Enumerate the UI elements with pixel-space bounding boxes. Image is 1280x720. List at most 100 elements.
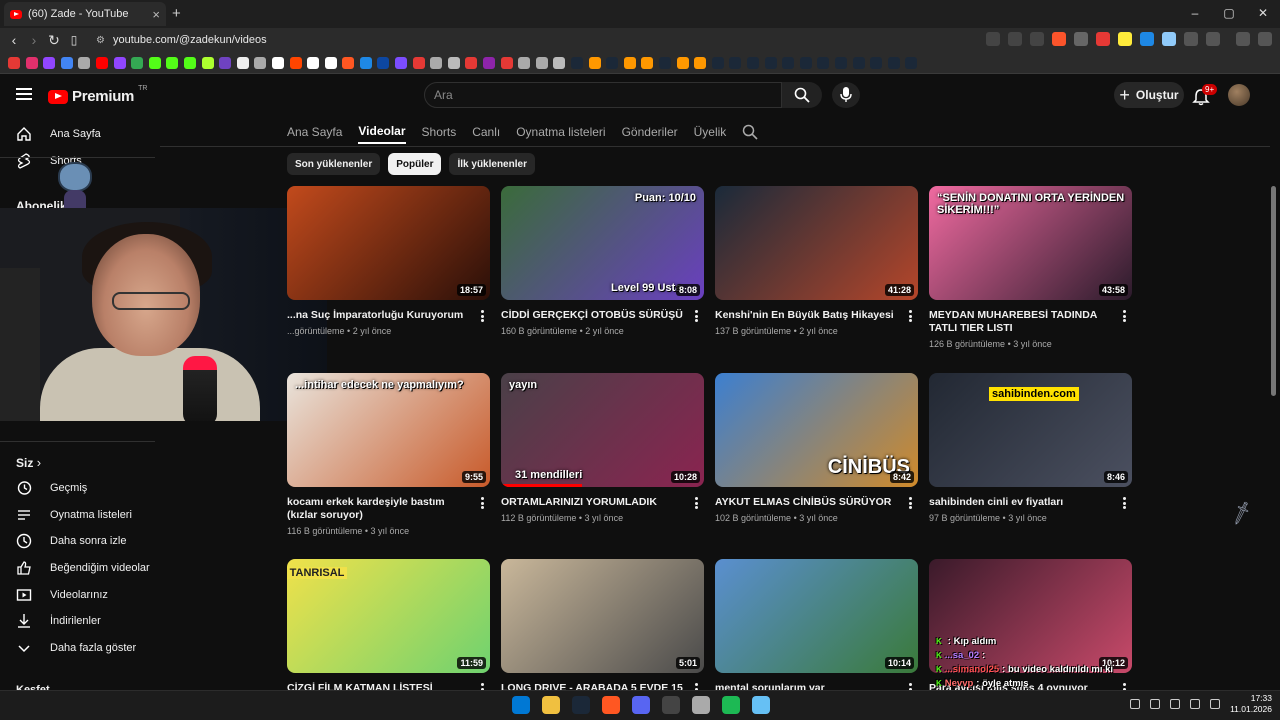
tray-icon[interactable] bbox=[1130, 699, 1141, 709]
channel-tab[interactable]: Videolar bbox=[358, 120, 406, 144]
system-clock[interactable]: 17:33 11.01.2026 bbox=[1230, 693, 1272, 715]
bookmark-icon[interactable] bbox=[236, 56, 249, 69]
bookmark-icon[interactable] bbox=[148, 56, 161, 69]
menu-icon[interactable] bbox=[1258, 32, 1272, 46]
bookmark-icon[interactable] bbox=[518, 56, 531, 69]
bookmark-icon[interactable] bbox=[430, 56, 443, 69]
bookmark-icon[interactable] bbox=[412, 56, 425, 69]
video-thumbnail[interactable]: 41:28 bbox=[715, 186, 918, 300]
channel-tab[interactable]: Oynatma listeleri bbox=[516, 121, 605, 143]
video-thumbnail[interactable]: 18:57 bbox=[287, 186, 490, 300]
media-icon[interactable] bbox=[1236, 32, 1250, 46]
bookmark-icon[interactable] bbox=[289, 56, 302, 69]
taskbar-app-icon[interactable] bbox=[722, 696, 740, 714]
channel-tab[interactable]: Ana Sayfa bbox=[287, 121, 342, 143]
bookmark-icon[interactable] bbox=[676, 56, 689, 69]
minimize-button[interactable]: – bbox=[1178, 0, 1212, 26]
bookmark-icon[interactable] bbox=[395, 56, 408, 69]
video-card[interactable]: 18:57 ...na Suç İmparatorluğu Kuruyorum..… bbox=[287, 186, 490, 336]
bookmark-icon[interactable]: ▯ bbox=[64, 33, 84, 47]
video-card[interactable]: Puan: 10/10 Level 99 Usta 8:08 CİDDİ GERÇEK… bbox=[501, 186, 704, 336]
bookmark-icon[interactable] bbox=[746, 56, 759, 69]
sidebar-show-more[interactable]: Daha fazla göster bbox=[0, 634, 155, 662]
back-icon[interactable]: ‹ bbox=[4, 32, 24, 48]
bookmark-icon[interactable] bbox=[782, 56, 795, 69]
account-avatar[interactable] bbox=[1228, 84, 1250, 106]
browser-tab[interactable]: (60) Zade - YouTube × bbox=[4, 2, 166, 26]
bookmark-icon[interactable] bbox=[623, 56, 636, 69]
video-thumbnail[interactable]: TANRISAL 11:59 bbox=[287, 559, 490, 673]
create-button[interactable]: + Oluştur bbox=[1114, 82, 1184, 108]
bookmark-icon[interactable] bbox=[852, 56, 865, 69]
video-thumbnail[interactable]: yayın 31 mendilleri 10:28 bbox=[501, 373, 704, 487]
video-card[interactable]: 10:14 mental sorunlarım var bbox=[715, 559, 918, 695]
search-button[interactable] bbox=[782, 82, 822, 108]
address-field[interactable]: ⚙ youtube.com/@zadekun/videos bbox=[96, 34, 267, 46]
taskbar-app-icon[interactable] bbox=[542, 696, 560, 714]
taskbar-app-icon[interactable] bbox=[752, 696, 770, 714]
bookmark-icon[interactable] bbox=[817, 56, 830, 69]
voice-search-button[interactable] bbox=[832, 82, 860, 108]
bookmark-icon[interactable] bbox=[342, 56, 355, 69]
sidebar-item-liked[interactable]: Beğendiğim videolar bbox=[0, 554, 155, 582]
bookmark-icon[interactable] bbox=[95, 56, 108, 69]
bookmark-icon[interactable] bbox=[483, 56, 496, 69]
tab-close-icon[interactable]: × bbox=[152, 7, 160, 22]
bookmark-icon[interactable] bbox=[764, 56, 777, 69]
bookmark-icon[interactable] bbox=[729, 56, 742, 69]
video-card[interactable]: sahibinden.com 8:46 sahibinden cinli ev fi… bbox=[929, 373, 1132, 523]
more-options-icon[interactable] bbox=[481, 310, 484, 322]
site-settings-icon[interactable]: ⚙ bbox=[96, 35, 105, 46]
bookmark-icon[interactable] bbox=[694, 56, 707, 69]
video-card[interactable]: 5:01 LONG DRIVE - ARABADA 5 EVDE 15 bbox=[501, 559, 704, 695]
bookmark-icon[interactable] bbox=[887, 56, 900, 69]
sort-chip[interactable]: İlk yüklenenler bbox=[449, 153, 535, 175]
tray-icon[interactable] bbox=[1170, 699, 1181, 709]
video-title[interactable]: ...na Suç İmparatorluğu Kuruyorum bbox=[287, 309, 490, 322]
sidebar-item-history[interactable]: Geçmiş bbox=[0, 474, 155, 502]
video-card[interactable]: 41:28 Kenshi'nin En Büyük Batış Hikayesi 1… bbox=[715, 186, 918, 336]
extension-icon[interactable] bbox=[1162, 32, 1176, 46]
video-title[interactable]: sahibinden cinli ev fiyatları bbox=[929, 496, 1132, 509]
brave-shield-icon[interactable] bbox=[1052, 32, 1066, 46]
bookmark-icon[interactable] bbox=[254, 56, 267, 69]
video-title[interactable]: ORTAMLARINIZI YORUMLADIK bbox=[501, 496, 704, 509]
bookmark-icon[interactable] bbox=[799, 56, 812, 69]
video-thumbnail[interactable]: 10:14 bbox=[715, 559, 918, 673]
video-title[interactable]: Kenshi'nin En Büyük Batış Hikayesi bbox=[715, 309, 918, 322]
bookmark-icon[interactable] bbox=[25, 56, 38, 69]
reload-icon[interactable]: ↻ bbox=[44, 32, 64, 49]
more-options-icon[interactable] bbox=[481, 497, 484, 509]
video-thumbnail[interactable]: CİNİBÜS 8:42 bbox=[715, 373, 918, 487]
taskbar-app-icon[interactable] bbox=[572, 696, 590, 714]
bookmark-icon[interactable] bbox=[43, 56, 56, 69]
tray-icon[interactable] bbox=[1190, 699, 1201, 709]
taskbar-app-icon[interactable] bbox=[692, 696, 710, 714]
bookmark-icon[interactable] bbox=[870, 56, 883, 69]
more-options-icon[interactable] bbox=[695, 310, 698, 322]
extension-icon[interactable] bbox=[1074, 32, 1088, 46]
sidebar-item-home[interactable]: Ana Sayfa bbox=[0, 120, 155, 148]
sidebar-icon[interactable] bbox=[1206, 32, 1220, 46]
video-card[interactable]: ...intihar edecek ne yapmalıyım? 9:55 koca… bbox=[287, 373, 490, 536]
more-options-icon[interactable] bbox=[1123, 497, 1126, 509]
bookmark-icon[interactable] bbox=[78, 56, 91, 69]
video-card[interactable]: yayın 31 mendilleri 10:28 ORTAMLARINIZI YOR… bbox=[501, 373, 704, 523]
close-window-button[interactable]: ✕ bbox=[1246, 0, 1280, 26]
bookmark-icon[interactable] bbox=[359, 56, 372, 69]
maximize-button[interactable]: ▢ bbox=[1212, 0, 1246, 26]
video-thumbnail[interactable]: 5:01 bbox=[501, 559, 704, 673]
new-tab-button[interactable]: + bbox=[172, 5, 181, 22]
hamburger-menu-icon[interactable] bbox=[16, 88, 32, 100]
sidebar-item-your-videos[interactable]: Videolarınız bbox=[0, 581, 155, 609]
more-options-icon[interactable] bbox=[695, 497, 698, 509]
sort-chip[interactable]: Popüler bbox=[388, 153, 442, 175]
volume-icon[interactable] bbox=[1210, 699, 1221, 709]
video-thumbnail[interactable]: ...intihar edecek ne yapmalıyım? 9:55 bbox=[287, 373, 490, 487]
you-heading[interactable]: Siz › bbox=[16, 455, 41, 470]
bookmark-icon[interactable] bbox=[324, 56, 337, 69]
bookmark-icon[interactable] bbox=[131, 56, 144, 69]
page-scrollbar[interactable] bbox=[1271, 186, 1276, 396]
video-thumbnail[interactable]: sahibinden.com 8:46 bbox=[929, 373, 1132, 487]
taskbar-app-icon[interactable] bbox=[662, 696, 680, 714]
